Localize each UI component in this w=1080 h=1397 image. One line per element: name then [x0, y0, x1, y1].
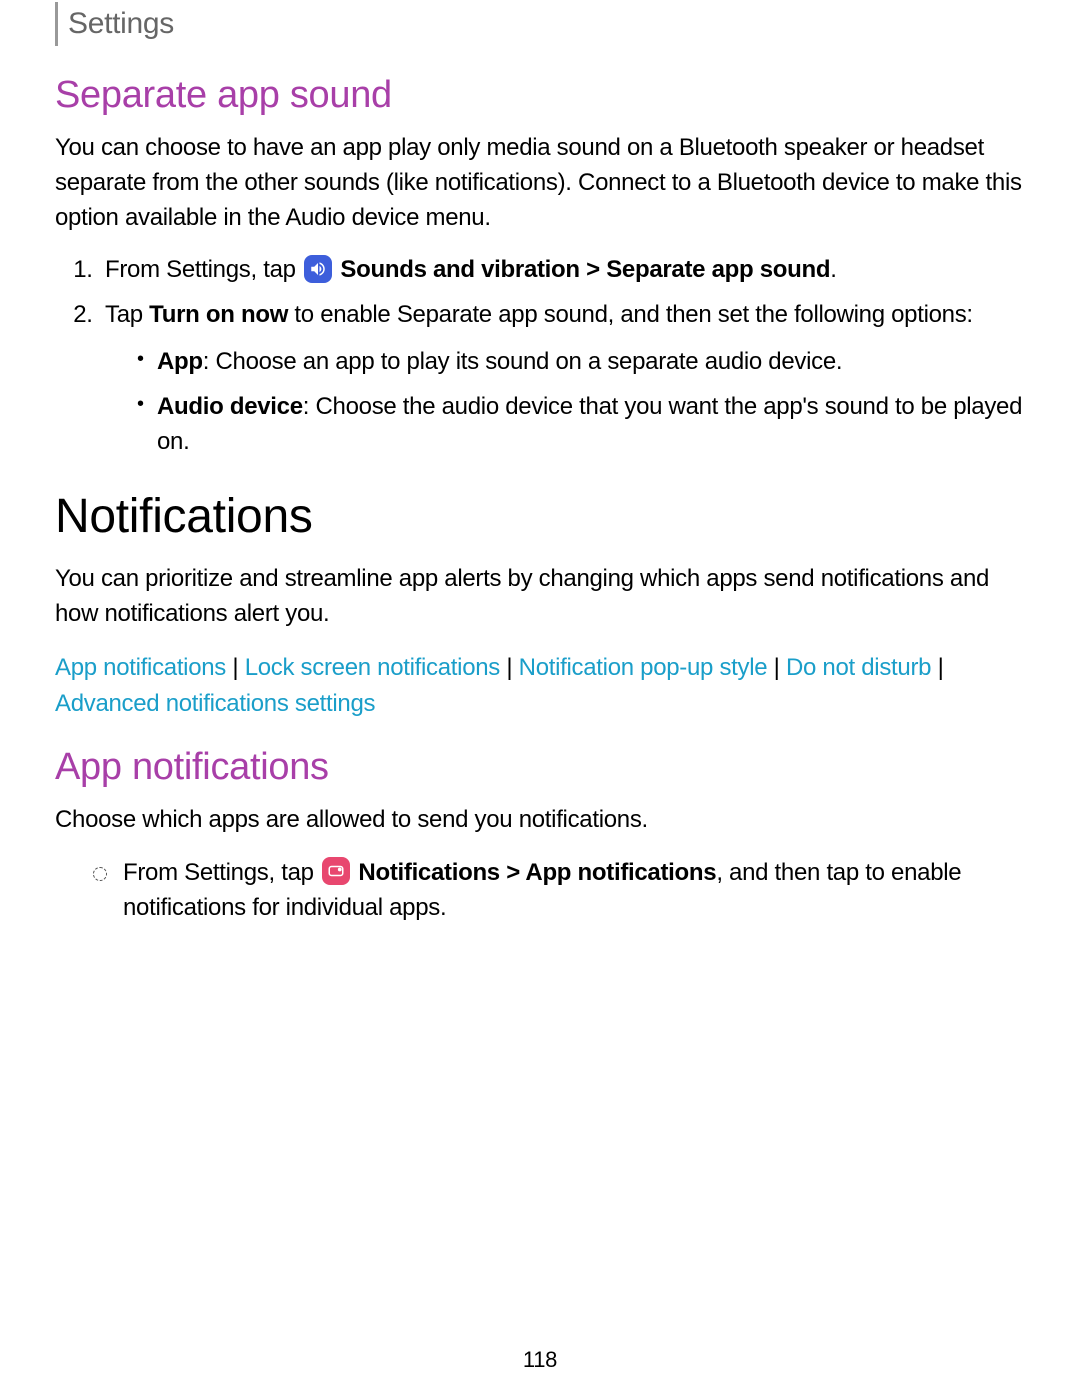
link-sep: | — [931, 654, 943, 681]
section-intro-app-notifications: Choose which apps are allowed to send yo… — [55, 803, 1025, 838]
step-bold-path: Notifications > App notifications — [358, 859, 716, 886]
step-app-notifications: From Settings, tap Notifications > App n… — [75, 856, 1025, 926]
step-2: Tap Turn on now to enable Separate app s… — [99, 298, 1025, 459]
link-list: App notifications | Lock screen notifica… — [55, 650, 1025, 722]
link-sep: | — [500, 654, 519, 681]
sub-options: App: Choose an app to play its sound on … — [105, 345, 1025, 459]
sub-option-app: App: Choose an app to play its sound on … — [137, 345, 1025, 380]
section-heading-app-notifications: App notifications — [55, 746, 1025, 789]
page-number: 118 — [55, 1347, 1025, 1373]
link-sep: | — [226, 654, 245, 681]
step-2-suffix: to enable Separate app sound, and then s… — [288, 301, 973, 328]
step-1-bold-path: Sounds and vibration > Separate app soun… — [340, 256, 830, 283]
ordered-steps-separate-app-sound: From Settings, tap Sounds and vibration … — [55, 253, 1025, 459]
breadcrumb-bar — [55, 2, 58, 46]
notifications-icon — [322, 857, 350, 885]
step-1: From Settings, tap Sounds and vibration … — [99, 253, 1025, 288]
link-do-not-disturb[interactable]: Do not disturb — [786, 654, 931, 681]
section-intro-notifications: You can prioritize and streamline app al… — [55, 562, 1025, 632]
section-intro-separate-app-sound: You can choose to have an app play only … — [55, 131, 1025, 235]
section-heading-separate-app-sound: Separate app sound — [55, 74, 1025, 117]
main-heading-notifications: Notifications — [55, 489, 1025, 544]
link-advanced-notifications-settings[interactable]: Advanced notifications settings — [55, 690, 375, 717]
sub-option-audio-label: Audio device — [157, 393, 303, 420]
sound-icon — [304, 255, 332, 283]
breadcrumb-text: Settings — [68, 7, 174, 41]
breadcrumb: Settings — [55, 0, 1025, 46]
step-2-prefix: Tap — [105, 301, 149, 328]
step-2-bold: Turn on now — [149, 301, 288, 328]
step-1-suffix: . — [830, 256, 836, 283]
sub-option-app-text: : Choose an app to play its sound on a s… — [203, 348, 843, 375]
link-lock-screen-notifications[interactable]: Lock screen notifications — [245, 654, 500, 681]
sub-option-app-label: App — [157, 348, 203, 375]
link-sep: | — [767, 654, 786, 681]
link-notification-popup-style[interactable]: Notification pop-up style — [519, 654, 768, 681]
link-app-notifications[interactable]: App notifications — [55, 654, 226, 681]
step-prefix: From Settings, tap — [123, 859, 320, 886]
sub-option-audio-device: Audio device: Choose the audio device th… — [137, 390, 1025, 460]
step-1-prefix: From Settings, tap — [105, 256, 302, 283]
